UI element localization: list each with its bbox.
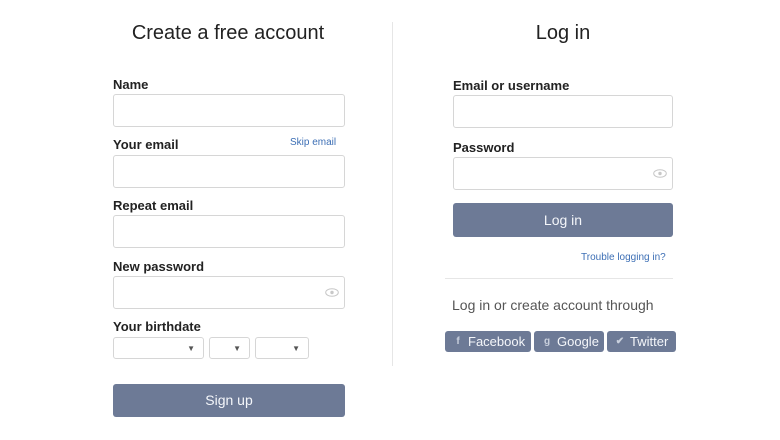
google-label: Google [557,334,599,349]
login-password-label: Password [453,140,515,155]
facebook-icon: f [456,335,460,347]
chevron-down-icon: ▼ [292,344,300,353]
new-password-label: New password [113,259,205,274]
email-field[interactable] [113,155,345,188]
twitter-button[interactable]: ✔ Twitter [607,331,676,352]
username-field[interactable] [453,95,673,128]
new-password-field[interactable] [113,276,345,309]
username-label: Email or username [453,78,570,93]
name-label: Name [113,77,149,92]
login-divider [445,278,673,279]
log-in-button[interactable]: Log in [453,203,673,237]
show-password-icon[interactable] [653,169,667,178]
email-label: Your email [113,137,179,152]
facebook-label: Facebook [468,334,526,349]
birth-year-select[interactable]: ▼ [255,337,309,359]
birth-month-select[interactable]: ▼ [209,337,250,359]
twitter-icon: ✔ [615,335,625,347]
trouble-logging-in-link[interactable]: Trouble logging in? [581,252,666,263]
show-password-icon[interactable] [325,288,339,297]
chevron-down-icon: ▼ [233,344,241,353]
login-password-field[interactable] [453,157,673,190]
social-login-caption: Log in or create account through [452,297,654,313]
repeat-email-field[interactable] [113,215,345,248]
google-button[interactable]: g Google [534,331,604,352]
login-title: Log in [535,22,591,44]
chevron-down-icon: ▼ [187,344,195,353]
birthdate-label: Your birthdate [113,319,201,334]
panel-divider [392,22,393,366]
repeat-email-label: Repeat email [113,198,194,213]
twitter-label: Twitter [630,334,669,349]
signup-title: Create a free account [131,22,325,44]
google-icon: g [543,335,551,347]
birth-day-select[interactable]: ▼ [113,337,204,359]
name-field[interactable] [113,94,345,127]
sign-up-button[interactable]: Sign up [113,384,345,417]
skip-email-link[interactable]: Skip email [290,137,336,148]
facebook-button[interactable]: f Facebook [445,331,531,352]
